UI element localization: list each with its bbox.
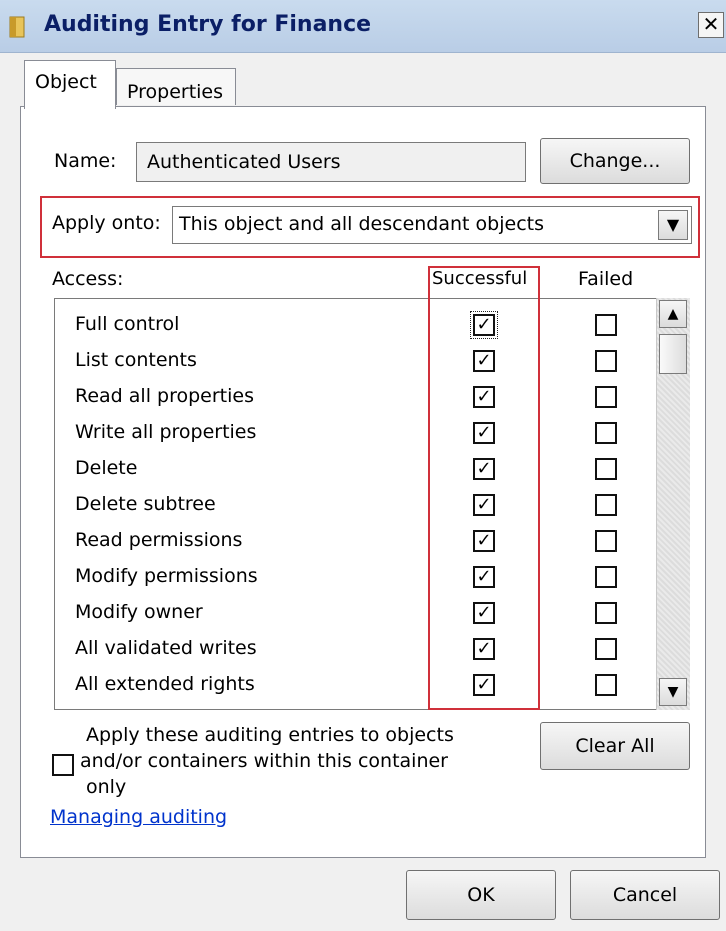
failed-checkbox[interactable] [595, 494, 617, 516]
failed-checkbox[interactable] [595, 566, 617, 588]
access-label: Access: [52, 268, 124, 290]
list-item[interactable]: Modify owner ✓ [55, 595, 655, 631]
close-button[interactable]: ✕ [698, 12, 724, 38]
name-field: Authenticated Users [136, 142, 526, 182]
permission-label: List contents [75, 349, 197, 371]
apply-container-text-line1: Apply these auditing entries to objects [86, 724, 454, 746]
failed-checkbox[interactable] [595, 350, 617, 372]
list-item[interactable]: Read permissions ✓ [55, 523, 655, 559]
scroll-up-icon[interactable]: ▲ [659, 300, 687, 328]
failed-checkbox[interactable] [595, 422, 617, 444]
scroll-down-icon[interactable]: ▼ [659, 678, 687, 706]
list-scrollbar[interactable]: ▲ ▼ [656, 298, 690, 710]
list-item[interactable]: Read all properties ✓ [55, 379, 655, 415]
list-item[interactable]: Modify permissions ✓ [55, 559, 655, 595]
permission-label: All extended rights [75, 673, 255, 695]
permission-label: Full control [75, 313, 180, 335]
list-item[interactable]: Delete ✓ [55, 451, 655, 487]
window-title: Auditing Entry for Finance [44, 12, 372, 37]
permission-list[interactable]: Full control ✓ List contents ✓ Read all prop… [54, 298, 690, 710]
apply-container-text-line2: and/or containers within this container [80, 750, 448, 772]
permission-label: All validated writes [75, 637, 257, 659]
permission-label: Read all properties [75, 385, 254, 407]
list-item[interactable]: List contents ✓ [55, 343, 655, 379]
failed-checkbox[interactable] [595, 314, 617, 336]
ok-button[interactable]: OK [406, 870, 556, 920]
list-item[interactable]: Full control ✓ [55, 307, 655, 343]
tab-properties[interactable]: Properties [116, 68, 236, 105]
folder-icon [9, 16, 25, 38]
cancel-button[interactable]: Cancel [570, 870, 720, 920]
tab-object-label: Object [35, 71, 97, 93]
list-item[interactable]: All extended rights ✓ [55, 667, 655, 703]
list-item[interactable]: All validated writes ✓ [55, 631, 655, 667]
list-item[interactable]: Delete subtree ✓ [55, 487, 655, 523]
name-label: Name: [54, 150, 117, 172]
failed-checkbox[interactable] [595, 530, 617, 552]
failed-checkbox[interactable] [595, 386, 617, 408]
failed-checkbox[interactable] [595, 674, 617, 696]
permission-label: Modify permissions [75, 565, 258, 587]
change-button[interactable]: Change... [540, 138, 690, 184]
apply-onto-select[interactable]: This object and all descendant objects [172, 206, 692, 244]
permission-label: Delete subtree [75, 493, 216, 515]
apply-onto-label: Apply onto: [52, 212, 161, 234]
failed-checkbox[interactable] [595, 638, 617, 660]
title-bar[interactable]: Auditing Entry for Finance ✕ [0, 0, 726, 53]
successful-column-highlight [428, 266, 540, 710]
apply-container-text-line3: only [86, 776, 127, 798]
permission-label: Read permissions [75, 529, 243, 551]
permission-label: Modify owner [75, 601, 203, 623]
apply-container-text: Apply these auditing entries to objects … [80, 722, 454, 800]
list-item[interactable]: Write all properties ✓ [55, 415, 655, 451]
failed-checkbox[interactable] [595, 602, 617, 624]
scroll-thumb[interactable] [659, 334, 687, 374]
clear-all-button[interactable]: Clear All [540, 722, 690, 770]
apply-onto-value: This object and all descendant objects [179, 213, 544, 235]
tab-object[interactable]: Object [24, 60, 116, 109]
dropdown-arrow-icon[interactable]: ▼ [658, 210, 688, 240]
tab-properties-label: Properties [127, 81, 224, 103]
permission-label: Write all properties [75, 421, 257, 443]
managing-auditing-link[interactable]: Managing auditing [50, 806, 227, 828]
apply-container-checkbox[interactable] [52, 754, 74, 776]
failed-checkbox[interactable] [595, 458, 617, 480]
failed-column-header: Failed [578, 268, 634, 290]
permission-label: Delete [75, 457, 138, 479]
